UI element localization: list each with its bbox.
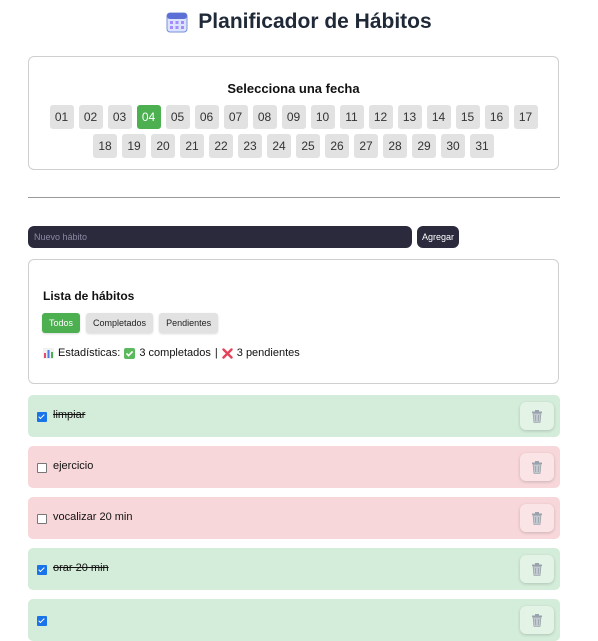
habit-row: ejercicio xyxy=(28,446,560,488)
habit-checkbox[interactable] xyxy=(37,616,47,626)
habit-checkbox[interactable] xyxy=(37,412,47,422)
bar-chart-icon xyxy=(43,348,54,359)
habit-name: orar 20 min xyxy=(53,562,109,574)
day-button-14[interactable]: 14 xyxy=(427,105,451,129)
filter-all-button[interactable]: Todos xyxy=(42,313,80,333)
habit-name: vocalizar 20 min xyxy=(53,511,132,523)
day-button-06[interactable]: 06 xyxy=(195,105,219,129)
date-selector-card: Selecciona una fecha 0102030405060708091… xyxy=(28,56,559,170)
day-button-18[interactable]: 18 xyxy=(93,134,117,158)
day-button-22[interactable]: 22 xyxy=(209,134,233,158)
day-button-09[interactable]: 09 xyxy=(282,105,306,129)
day-button-05[interactable]: 05 xyxy=(166,105,190,129)
habit-checkbox[interactable] xyxy=(37,463,47,473)
day-button-27[interactable]: 27 xyxy=(354,134,378,158)
trash-icon xyxy=(531,461,543,474)
delete-habit-button[interactable] xyxy=(520,453,554,481)
trash-icon xyxy=(531,410,543,423)
date-selector-heading: Selecciona una fecha xyxy=(29,81,558,96)
day-button-11[interactable]: 11 xyxy=(340,105,364,129)
day-button-15[interactable]: 15 xyxy=(456,105,480,129)
day-button-20[interactable]: 20 xyxy=(151,134,175,158)
day-button-12[interactable]: 12 xyxy=(369,105,393,129)
add-habit-button[interactable]: Agregar xyxy=(417,226,459,248)
trash-icon xyxy=(531,512,543,525)
day-button-10[interactable]: 10 xyxy=(311,105,335,129)
day-button-25[interactable]: 25 xyxy=(296,134,320,158)
calendar-icon xyxy=(166,11,188,33)
day-grid: 0102030405060708091011121314151617 181920… xyxy=(29,105,558,158)
habit-checkbox[interactable] xyxy=(37,514,47,524)
habit-list-card: Lista de hábitos Todos Completados Pendi… xyxy=(28,259,559,384)
day-button-21[interactable]: 21 xyxy=(180,134,204,158)
day-button-31[interactable]: 31 xyxy=(470,134,494,158)
app-header: Planificador de Hábitos xyxy=(0,10,598,34)
delete-habit-button[interactable] xyxy=(520,606,554,634)
stats-completed-count: 3 completados xyxy=(139,347,211,359)
day-button-04[interactable]: 04 xyxy=(137,105,161,129)
day-button-26[interactable]: 26 xyxy=(325,134,349,158)
habit-row: limpiar xyxy=(28,395,560,437)
day-button-19[interactable]: 19 xyxy=(122,134,146,158)
habit-name: limpiar xyxy=(53,409,85,421)
habit-row xyxy=(28,599,560,641)
day-button-13[interactable]: 13 xyxy=(398,105,422,129)
day-button-29[interactable]: 29 xyxy=(412,134,436,158)
stats-pending-count: 3 pendientes xyxy=(237,347,300,359)
trash-icon xyxy=(531,614,543,627)
stats-separator: | xyxy=(215,347,218,359)
stats-label: Estadísticas: xyxy=(58,347,120,359)
cross-mark-icon xyxy=(222,348,233,359)
delete-habit-button[interactable] xyxy=(520,402,554,430)
filter-completed-button[interactable]: Completados xyxy=(86,313,153,333)
day-button-07[interactable]: 07 xyxy=(224,105,248,129)
habit-list-heading: Lista de hábitos xyxy=(43,289,558,303)
filter-bar: Todos Completados Pendientes xyxy=(42,313,558,333)
day-button-24[interactable]: 24 xyxy=(267,134,291,158)
section-divider xyxy=(28,197,560,198)
habit-checkbox[interactable] xyxy=(37,565,47,575)
delete-habit-button[interactable] xyxy=(520,504,554,532)
filter-pending-button[interactable]: Pendientes xyxy=(159,313,218,333)
day-button-23[interactable]: 23 xyxy=(238,134,262,158)
day-button-28[interactable]: 28 xyxy=(383,134,407,158)
day-button-17[interactable]: 17 xyxy=(514,105,538,129)
day-button-02[interactable]: 02 xyxy=(79,105,103,129)
check-mark-icon xyxy=(124,348,135,359)
habit-row: orar 20 min xyxy=(28,548,560,590)
new-habit-input[interactable]: Nuevo hábito xyxy=(28,226,412,248)
stats-line: Estadísticas: 3 completados | 3 pendient… xyxy=(43,347,558,359)
page-title: Planificador de Hábitos xyxy=(198,10,431,34)
day-button-03[interactable]: 03 xyxy=(108,105,132,129)
day-button-30[interactable]: 30 xyxy=(441,134,465,158)
day-button-16[interactable]: 16 xyxy=(485,105,509,129)
trash-icon xyxy=(531,563,543,576)
habit-name: ejercicio xyxy=(53,460,93,472)
habit-row: vocalizar 20 min xyxy=(28,497,560,539)
day-button-08[interactable]: 08 xyxy=(253,105,277,129)
delete-habit-button[interactable] xyxy=(520,555,554,583)
day-button-01[interactable]: 01 xyxy=(50,105,74,129)
